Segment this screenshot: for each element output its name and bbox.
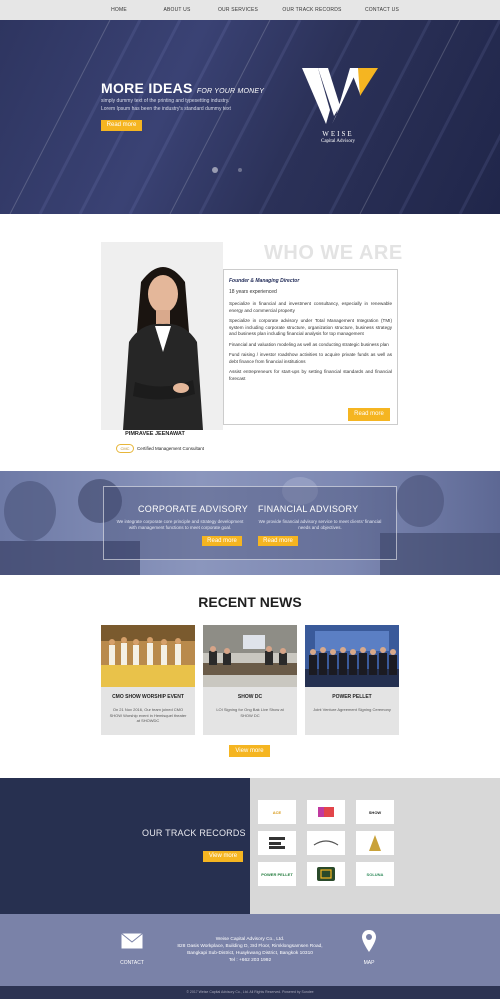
news-card[interactable]: SHOW DC LOI Signing for Ong Bak Live Sho…	[203, 625, 297, 735]
nav-contact-us[interactable]: CONTACT US	[350, 0, 414, 20]
footer-address-line: 828 Oasis Workplace, Building D, 3rd Flo…	[177, 944, 323, 949]
client-logo-text: ACE	[272, 809, 282, 815]
founder-specialties: Specialize in financial and investment c…	[229, 301, 392, 382]
map-label[interactable]: MAP	[349, 960, 389, 966]
client-logo-text: POWER PELLET	[261, 871, 293, 877]
nav-about-us[interactable]: ABOUT US	[152, 0, 202, 20]
track-records-panel	[0, 778, 250, 914]
meeting-photo	[203, 625, 297, 687]
financial-advisory-desc: We provide financial advisory service to…	[258, 519, 382, 530]
ceremony-photo	[305, 625, 399, 687]
client-logo[interactable]: POWER PELLET	[258, 862, 296, 886]
weise-w-icon	[302, 68, 378, 124]
hero-background	[9, 20, 500, 214]
event-photo	[101, 625, 195, 687]
specialty-item: Specialize in corporate advisory under T…	[229, 318, 392, 336]
footer-tel: Tel : +662 203 1992	[228, 958, 272, 963]
client-logo-text: SHOW	[368, 809, 382, 815]
services-section: CORPORATE ADVISORY We integrate corporat…	[0, 471, 500, 575]
track-records-heading: OUR TRACK RECORDS	[142, 828, 246, 838]
news-card-desc: Joint Venture Agreement Signing Ceremony	[313, 707, 391, 712]
top-nav: HOME ABOUT US OUR SERVICES OUR TRACK REC…	[0, 0, 500, 20]
news-card-title: CMO SHOW WORSHIP EVENT	[112, 694, 184, 700]
news-image	[203, 625, 297, 687]
logo-subtitle: Capital Advisory	[320, 139, 356, 144]
news-card-desc: On 21 Nov 2016, Our team joined CMO SHOW…	[109, 707, 187, 723]
news-view-more-button[interactable]: View more	[229, 745, 270, 757]
financial-read-more-button[interactable]: Read more	[258, 536, 298, 546]
cmc-text: Certified Management Consultant	[137, 446, 205, 451]
who-we-are-heading: WHO WE ARE	[264, 242, 403, 264]
hero-banner: MORE IDEAS FOR YOUR MONEY simply dummy t…	[0, 20, 500, 214]
founder-photo	[101, 242, 223, 430]
weise-logo: WEISE Capital Advisory	[298, 66, 388, 166]
news-card[interactable]: CMO SHOW WORSHIP EVENT On 21 Nov 2016, O…	[101, 625, 195, 735]
nav-home[interactable]: HOME	[86, 0, 152, 20]
specialty-item: Assist entrepreneurs for start-ups by se…	[229, 369, 392, 381]
emblem-logo-icon	[369, 835, 381, 851]
hero-description: simply dummy text of the printing and ty…	[101, 97, 251, 113]
client-logo[interactable]: ACE	[258, 800, 296, 824]
services-box: CORPORATE ADVISORY We integrate corporat…	[103, 486, 397, 560]
client-logo[interactable]	[258, 831, 296, 855]
founder-info-box: Founder & Managing Director 18 years exp…	[223, 269, 398, 425]
client-logo[interactable]: SOLUNA	[356, 862, 394, 886]
stripe-logo-icon	[269, 837, 285, 849]
founder-experience: 18 years experienced	[229, 289, 277, 295]
founder-name: PIMRAVEE JEENAWAT	[125, 431, 185, 437]
footer-address-line: Bangkapi Sub-District, Huaykwang Distric…	[187, 951, 313, 956]
hero-title: MORE IDEAS FOR YOUR MONEY	[101, 80, 264, 96]
specialty-item: Specialize in financial and investment c…	[229, 301, 392, 313]
recent-news-heading: RECENT NEWS	[198, 594, 302, 610]
founder-read-more-button[interactable]: Read more	[348, 408, 390, 421]
news-card-desc: LOI Signing for Ong Bak Live Show at SHO…	[216, 707, 284, 718]
client-logo-text: SOLUNA	[366, 871, 384, 877]
news-card-title: SHOW DC	[237, 694, 263, 700]
client-logo[interactable]	[307, 862, 345, 886]
client-logo[interactable]: SHOW	[356, 800, 394, 824]
hero-desc-line: simply dummy text of the printing and ty…	[101, 98, 230, 104]
news-card[interactable]: POWER PELLET Joint Venture Agreement Sig…	[305, 625, 399, 735]
news-card-title: POWER PELLET	[332, 694, 372, 700]
news-image	[101, 625, 195, 687]
copyright-bar: © 2017 Weise Capital Advisory Co., Ltd. …	[0, 986, 500, 999]
track-view-more-button[interactable]: View more	[203, 851, 243, 862]
cmc-badge: CMC	[116, 444, 134, 453]
news-image	[305, 625, 399, 687]
line-logo-icon	[313, 840, 339, 846]
hero-read-more-button[interactable]: Read more	[101, 120, 142, 131]
client-logo[interactable]	[307, 800, 345, 824]
founder-portrait	[101, 242, 223, 430]
nav-our-services[interactable]: OUR SERVICES	[202, 0, 274, 20]
client-logo[interactable]	[307, 831, 345, 855]
footer-address: Weise Capital Advisory Co., Ltd. 828 Oas…	[140, 936, 360, 964]
footer-company: Weise Capital Advisory Co., Ltd.	[215, 937, 285, 942]
nav-track-records[interactable]: OUR TRACK RECORDS	[274, 0, 350, 20]
specialty-item: Financial and valuation modeling as well…	[229, 341, 389, 347]
purple-logo-icon	[318, 807, 334, 817]
corporate-read-more-button[interactable]: Read more	[202, 536, 242, 546]
specialty-item: Fund raising / investor roadshow activit…	[229, 352, 392, 364]
hero-title-suffix: FOR YOUR MONEY	[196, 88, 265, 95]
founder-role: Founder & Managing Director	[229, 278, 300, 284]
hero-desc-line: Lorem Ipsum has been the industry's stan…	[101, 106, 231, 112]
corporate-advisory-title: CORPORATE ADVISORY	[138, 504, 249, 514]
map-pin-icon[interactable]	[362, 930, 376, 952]
corporate-advisory-desc: We integrate corporate core principle an…	[116, 519, 244, 530]
green-square-logo-icon	[317, 867, 335, 881]
logo-name: WEISE	[322, 130, 354, 138]
financial-advisory-title: FINANCIAL ADVISORY	[258, 504, 359, 514]
client-logo[interactable]	[356, 831, 394, 855]
hero-title-main: MORE IDEAS	[101, 80, 193, 96]
